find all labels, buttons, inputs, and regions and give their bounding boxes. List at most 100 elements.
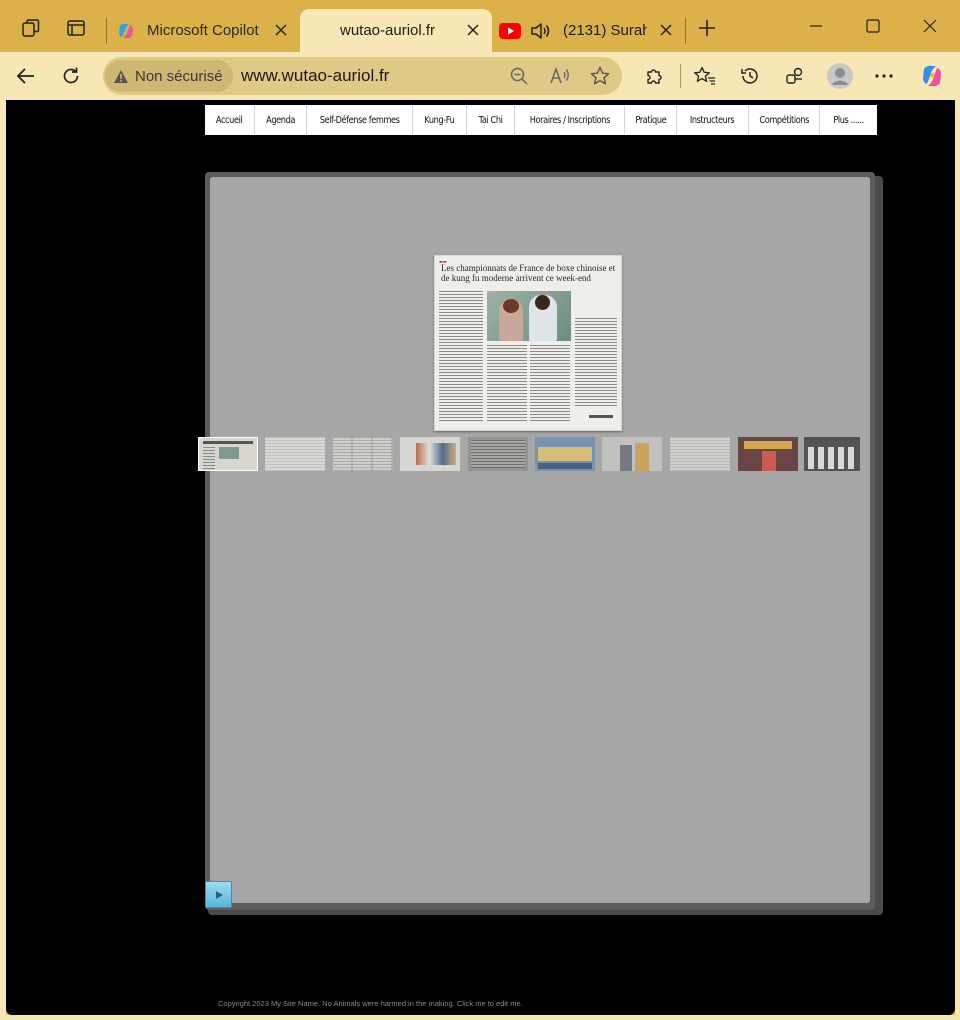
favorite-button[interactable] — [588, 64, 612, 88]
close-tab-button[interactable] — [463, 20, 483, 40]
gallery-thumbnail[interactable] — [602, 437, 662, 471]
nav-item-self-defense[interactable]: Self-Défense femmes — [307, 105, 413, 135]
close-icon — [467, 24, 479, 36]
zoom-button[interactable] — [507, 64, 531, 88]
tab-separator — [685, 18, 686, 44]
thumbnail-strip — [198, 437, 860, 473]
close-tab-button[interactable] — [656, 20, 676, 40]
workspaces-button[interactable] — [16, 13, 46, 43]
nav-item-horaires[interactable]: Horaires / Inscriptions — [515, 105, 625, 135]
youtube-icon — [499, 22, 521, 39]
newspaper-signature — [589, 415, 613, 418]
nav-item-label: Kung-Fu — [424, 114, 455, 126]
close-window-button[interactable] — [910, 8, 950, 44]
browser-toolbar: Non sécurisé www.wutao-auriol.fr — [0, 52, 960, 100]
puzzle-icon — [647, 69, 662, 84]
nav-item-tai-chi[interactable]: Tai Chi — [467, 105, 515, 135]
gallery-thumbnail[interactable] — [535, 437, 595, 471]
address-bar[interactable]: Non sécurisé www.wutao-auriol.fr — [103, 57, 622, 95]
history-button[interactable] — [734, 60, 766, 92]
person-figure — [499, 299, 523, 341]
minimize-icon — [810, 25, 822, 27]
zoom-out-icon — [510, 67, 528, 85]
tab-actions-icon — [67, 20, 85, 36]
star-icon — [590, 66, 610, 85]
speaker-icon[interactable] — [530, 21, 552, 41]
close-icon — [923, 19, 937, 33]
gallery-thumbnail[interactable] — [468, 437, 528, 471]
nav-item-kung-fu[interactable]: Kung-Fu — [413, 105, 467, 135]
tab-title: Microsoft Copilot — [147, 22, 259, 39]
tab-title: (2131) Surah — [563, 22, 647, 39]
read-aloud-icon — [550, 66, 569, 84]
back-arrow-icon — [16, 68, 34, 84]
close-tab-button[interactable] — [271, 20, 291, 40]
nav-item-pratique[interactable]: Pratique — [625, 105, 677, 135]
favorites-button[interactable] — [689, 60, 721, 92]
extensions-button[interactable] — [638, 60, 670, 92]
close-icon — [275, 24, 287, 36]
profile-button[interactable] — [824, 60, 856, 92]
gallery-thumbnail[interactable] — [804, 437, 860, 471]
close-icon — [660, 24, 672, 36]
newspaper-column — [575, 318, 617, 408]
newspaper-photo — [487, 291, 571, 341]
copilot-button[interactable] — [916, 60, 948, 92]
history-icon — [741, 68, 758, 84]
refresh-button[interactable] — [55, 60, 87, 92]
nav-item-label: Horaires / Inscriptions — [529, 114, 610, 126]
toolbar-separator — [680, 64, 681, 88]
gallery-thumbnail[interactable] — [670, 437, 730, 471]
nav-item-instructeurs[interactable]: Instructeurs — [677, 105, 749, 135]
nav-item-competitions[interactable]: Compétitions — [749, 105, 820, 135]
tab-title: wutao-auriol.fr — [340, 22, 436, 39]
newspaper-column — [439, 291, 483, 423]
favorites-icon — [694, 66, 715, 85]
nav-item-label: Self-Défense femmes — [319, 114, 400, 126]
maximize-button[interactable] — [853, 8, 893, 44]
gallery-main-image[interactable]: ▬▬ Les championnats de France de boxe ch… — [434, 255, 622, 431]
slideshow-play-button[interactable] — [205, 881, 232, 908]
site-footer[interactable]: Copyright 2023 My Site Name. No Animals … — [218, 999, 523, 1008]
nav-item-label: Agenda — [266, 114, 295, 126]
nav-item-accueil[interactable]: Accueil — [205, 105, 255, 135]
url-text[interactable]: www.wutao-auriol.fr — [241, 66, 389, 86]
gallery-thumbnail[interactable] — [738, 437, 798, 471]
newspaper-column — [487, 345, 527, 423]
nav-item-label: Plus ...... — [833, 114, 864, 126]
new-tab-button[interactable] — [692, 13, 722, 43]
newspaper-column — [530, 345, 570, 423]
tab-separator — [106, 18, 107, 44]
more-menu-button[interactable] — [868, 60, 900, 92]
tab-youtube[interactable]: (2131) Surah — [494, 9, 684, 52]
copilot-icon — [119, 23, 133, 38]
gallery-thumbnail[interactable] — [198, 437, 258, 471]
performance-button[interactable] — [779, 60, 811, 92]
nav-item-label: Accueil — [216, 114, 243, 126]
nav-item-plus[interactable]: Plus ...... — [820, 105, 877, 135]
security-indicator[interactable]: Non sécurisé — [105, 60, 233, 92]
page-viewport: Accueil Agenda Self-Défense femmes Kung-… — [6, 100, 955, 1015]
avatar-icon — [827, 63, 853, 89]
minimize-button[interactable] — [796, 8, 836, 44]
play-icon — [215, 890, 223, 899]
heart-pulse-icon — [786, 67, 803, 84]
tab-strip: Microsoft Copilot wutao-auriol.fr (2131)… — [0, 0, 960, 52]
tab-wutao[interactable]: wutao-auriol.fr — [300, 9, 492, 52]
site-navigation: Accueil Agenda Self-Défense femmes Kung-… — [205, 105, 877, 135]
nav-item-label: Instructeurs — [690, 114, 735, 126]
gallery-thumbnail[interactable] — [400, 437, 460, 471]
window-frame — [0, 1015, 960, 1020]
vertical-tabs-button[interactable] — [61, 13, 91, 43]
read-aloud-button[interactable] — [548, 64, 572, 88]
gallery-thumbnail[interactable] — [265, 437, 325, 471]
gallery-thumbnail[interactable] — [333, 437, 393, 471]
window-frame — [955, 100, 960, 1020]
newspaper-headline: Les championnats de France de boxe chino… — [441, 263, 616, 283]
back-button[interactable] — [10, 60, 42, 92]
warning-icon — [114, 69, 128, 83]
copilot-icon — [923, 65, 941, 87]
nav-item-label: Compétitions — [759, 114, 809, 126]
nav-item-agenda[interactable]: Agenda — [255, 105, 307, 135]
tab-copilot[interactable]: Microsoft Copilot — [108, 9, 298, 52]
